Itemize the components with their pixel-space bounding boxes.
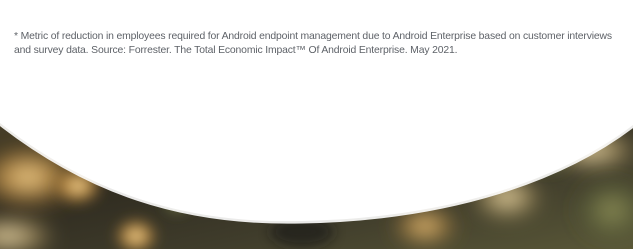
document-page: * Metric of reduction in employees requi… [0, 0, 633, 249]
bokeh-light [525, 145, 573, 175]
footnote-text: * Metric of reduction in employees requi… [14, 31, 612, 56]
